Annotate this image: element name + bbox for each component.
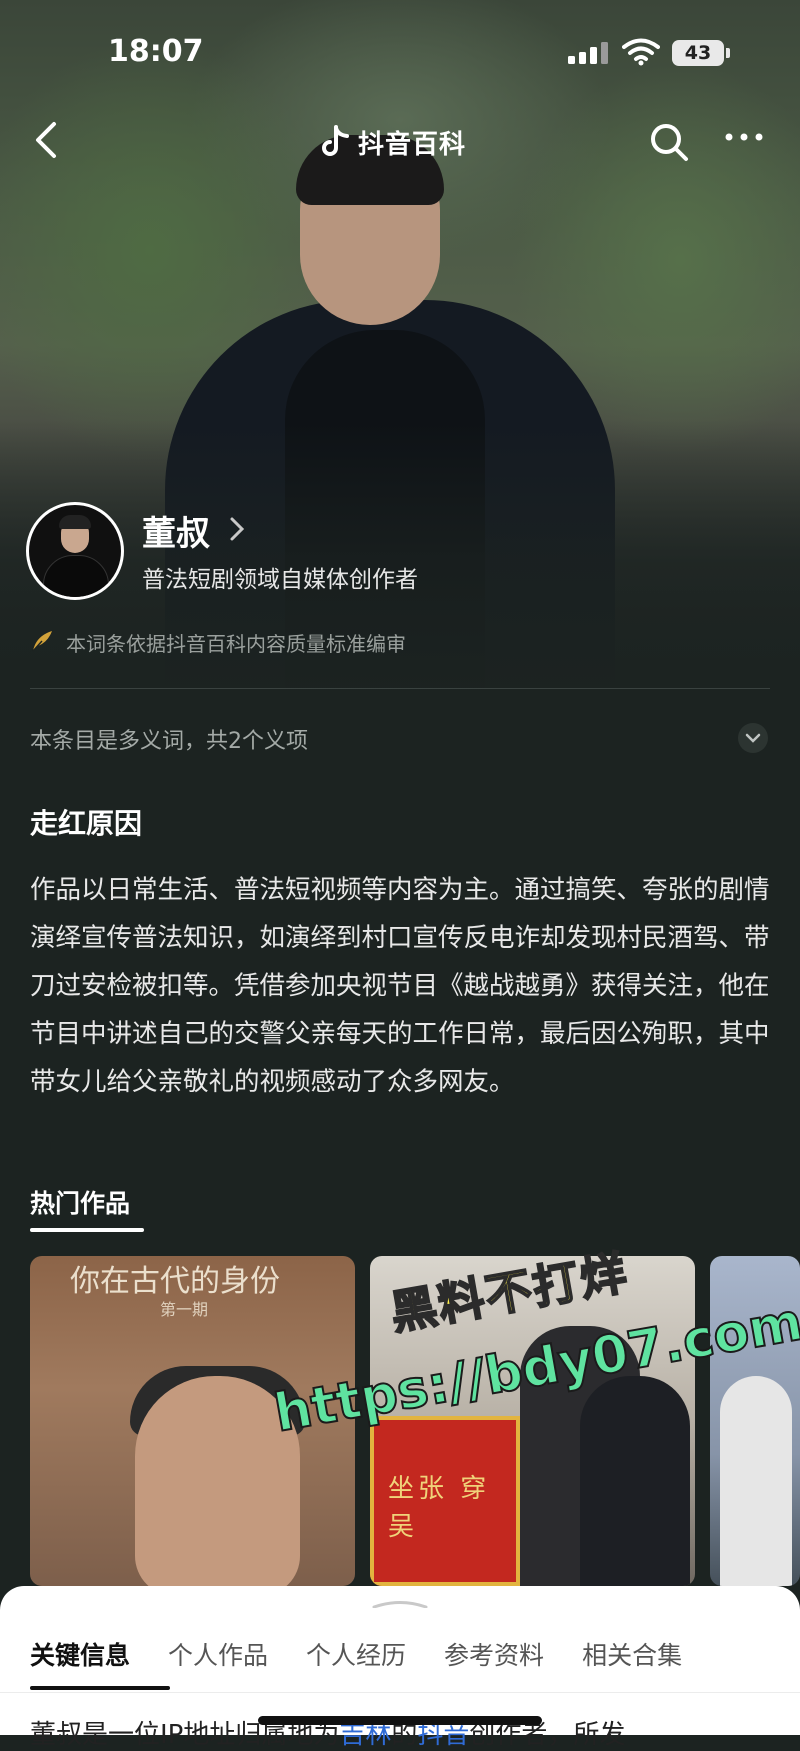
wifi-icon [622,38,660,66]
hot-works-underline [30,1228,144,1232]
pennant-text: 坐张 穿吴 [388,1474,491,1542]
reason-heading: 走红原因 [30,807,143,840]
tab-references[interactable]: 参考资料 [444,1636,544,1672]
nav-title-group: 抖音百科 [320,122,466,162]
profile-subtitle: 普法短剧领域自媒体创作者 [142,567,418,593]
polysemy-expand-button[interactable] [738,723,768,753]
sheet-handle-icon[interactable] [372,1600,428,1608]
battery-tip [726,48,730,58]
divider [30,688,770,689]
avatar[interactable] [26,502,124,600]
tab-active-indicator [30,1686,170,1690]
pennant-banner: 坐张 穿吴 [370,1416,520,1586]
reason-body: 作品以日常生活、普法短视频等内容为主。通过搞笑、夸张的剧情演绎宣传普法知识，如演… [30,875,770,1097]
status-time: 18:07 [108,34,204,69]
chevron-right-icon[interactable] [228,515,246,543]
avatar-hair [59,515,91,529]
battery-indicator: 43 [672,40,724,66]
bottom-sheet[interactable]: 关键信息 个人作品 个人经历 参考资料 相关合集 董叔是一位IP地址归属地为吉林… [0,1586,800,1750]
tab-personal-history[interactable]: 个人经历 [306,1636,406,1672]
review-note: 本词条依据抖音百科内容质量标准编审 [66,632,406,656]
chevron-down-icon [745,733,761,743]
more-icon[interactable] [724,132,764,142]
divider [0,1692,800,1693]
home-indicator [258,1716,542,1725]
avatar-suit [43,555,109,597]
tab-bar: 关键信息 个人作品 个人经历 参考资料 相关合集 [30,1636,720,1672]
thumb-1-subtitle: 第一期 [160,1300,209,1319]
back-icon[interactable] [32,120,62,160]
nav-title: 抖音百科 [358,129,467,160]
tab-related-collections[interactable]: 相关合集 [582,1636,682,1672]
search-icon[interactable] [648,121,690,163]
thumb-1-title: 你在古代的身份 [70,1264,280,1299]
thumb-2-person [580,1376,690,1586]
signal-icon [568,42,608,64]
polysemy-text[interactable]: 本条目是多义词，共2个义项 [30,723,308,755]
hot-works-tab[interactable]: 热门作品 [30,1184,130,1220]
tab-key-info[interactable]: 关键信息 [30,1636,130,1672]
quill-icon [32,631,52,652]
thumb-3-person [720,1376,792,1586]
profile-name[interactable]: 董叔 [142,506,210,555]
tab-personal-works[interactable]: 个人作品 [168,1636,268,1672]
douyin-logo-icon [322,125,349,156]
